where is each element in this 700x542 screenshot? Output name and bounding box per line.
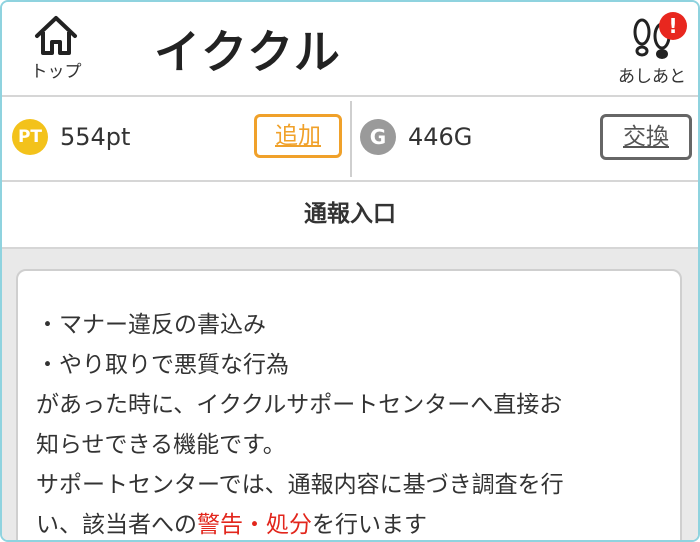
g-balance-section: G 446G 交換 bbox=[352, 97, 698, 180]
home-icon bbox=[35, 16, 77, 55]
notice-text-line: サポートセンターでは、通報内容に基づき調査を行 bbox=[36, 472, 564, 498]
pt-balance-section: PT 554pt 追加 bbox=[2, 97, 350, 180]
add-points-button[interactable]: 追加 bbox=[254, 114, 342, 158]
notice-item-malicious: ・やり取りで悪質な行為 bbox=[36, 352, 289, 378]
page-title: 通報入口 bbox=[2, 182, 698, 249]
notice-text-post: を行います bbox=[312, 512, 427, 538]
notice-text-line: があった時に、イククルサポートセンターへ直接お bbox=[36, 392, 563, 418]
g-balance: 446G bbox=[408, 123, 473, 151]
pt-balance: 554pt bbox=[60, 123, 131, 151]
notice-text-line: 知らせできる機能です。 bbox=[36, 432, 286, 458]
points-bar: PT 554pt 追加 G 446G 交換 bbox=[2, 97, 698, 182]
app-frame: トップ イククル ! あしあと PT 554pt 追加 G 446G 交換 通報… bbox=[0, 0, 700, 542]
home-label: トップ bbox=[30, 62, 82, 82]
pt-coin-icon: PT bbox=[12, 119, 48, 155]
g-coin-icon: G bbox=[360, 119, 396, 155]
notice-text-pre: い、該当者への bbox=[36, 512, 197, 538]
header: トップ イククル ! あしあと bbox=[2, 2, 698, 97]
notice-text-line: い、該当者への警告・処分を行います bbox=[36, 505, 680, 540]
footprints-label: あしあと bbox=[618, 67, 686, 87]
content-area: ・マナー違反の書込み ・やり取りで悪質な行為 があった時に、イククルサポートセン… bbox=[2, 249, 698, 540]
exchange-button[interactable]: 交換 bbox=[600, 114, 692, 160]
notice-item-manners: ・マナー違反の書込み bbox=[36, 312, 266, 338]
footprints-alert-badge: ! bbox=[659, 12, 687, 40]
home-button[interactable]: トップ bbox=[16, 14, 96, 90]
footprints-button[interactable]: ! あしあと bbox=[610, 12, 694, 90]
notice-warning-text: 警告・処分 bbox=[197, 512, 312, 538]
notice-card: ・マナー違反の書込み ・やり取りで悪質な行為 があった時に、イククルサポートセン… bbox=[16, 269, 682, 540]
app-title: イククル bbox=[154, 25, 342, 79]
